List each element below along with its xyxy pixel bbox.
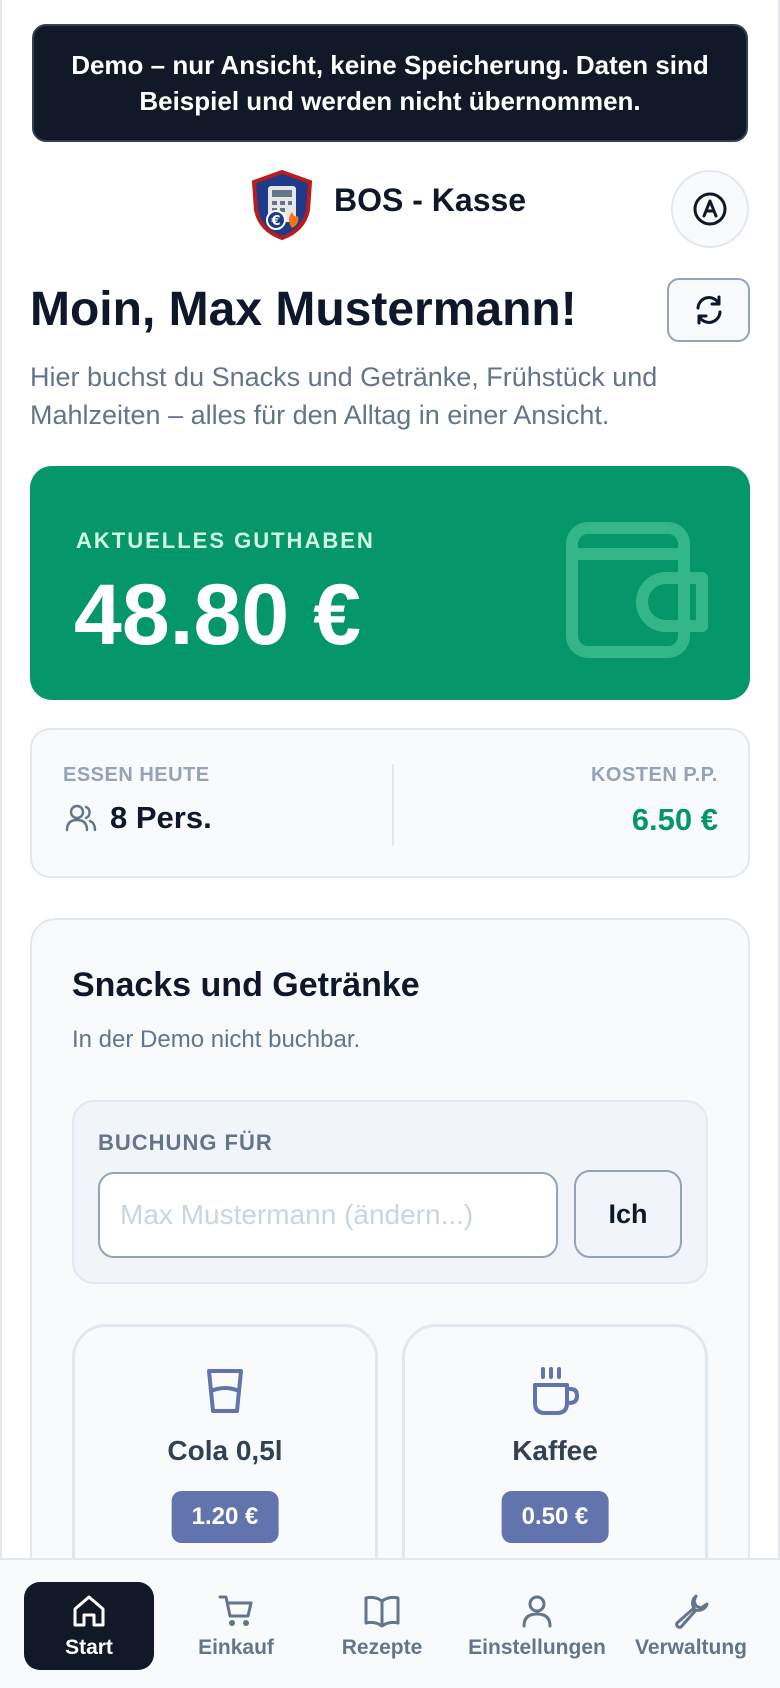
booking-for-box: BUCHUNG FÜR Ich <box>72 1100 708 1284</box>
nav-label: Verwaltung <box>634 1636 748 1659</box>
nav-label: Rezepte <box>341 1636 423 1659</box>
nav-item-verwaltung[interactable]: Verwaltung <box>630 1582 752 1670</box>
persons-count: 8 Pers. <box>110 800 212 835</box>
cart-icon <box>218 1595 253 1626</box>
booking-person-input[interactable] <box>98 1172 558 1258</box>
nav-item-einkauf[interactable]: Einkauf <box>176 1582 296 1670</box>
refresh-icon <box>696 295 721 325</box>
demo-banner-text: Demo – nur Ansicht, keine Speicherung. D… <box>71 50 709 116</box>
svg-text:€: € <box>270 214 280 229</box>
product-price: 1.20 € <box>171 1491 279 1543</box>
home-icon <box>73 1595 105 1627</box>
greeting-title: Moin, Max Mustermann! <box>30 283 577 336</box>
product-name: Cola 0,5l <box>167 1435 283 1466</box>
nav-label: Start <box>65 1636 113 1659</box>
bottom-navigation: Start Einkauf Rezepte Einstellungen Verw… <box>0 1558 780 1688</box>
book-icon <box>364 1595 400 1628</box>
coffee-cup-icon <box>533 1367 580 1415</box>
balance-label: AKTUELLES GUTHABEN <box>76 528 375 553</box>
nav-item-start[interactable]: Start <box>24 1582 154 1670</box>
nav-item-einstellungen[interactable]: Einstellungen <box>466 1582 608 1670</box>
snacks-title: Snacks und Getränke <box>72 966 420 1004</box>
booking-for-label: BUCHUNG FÜR <box>98 1130 273 1155</box>
nav-item-rezepte[interactable]: Rezepte <box>320 1582 444 1670</box>
product-price: 0.50 € <box>501 1491 609 1543</box>
user-icon <box>522 1595 552 1628</box>
balance-value: 48.80 € <box>74 567 361 663</box>
app-title: BOS - Kasse <box>334 182 527 218</box>
snacks-note: In der Demo nicht buchbar. <box>72 1026 361 1053</box>
page-subtitle: Hier buchst du Snacks und Getränke, Früh… <box>30 362 658 430</box>
refresh-button[interactable] <box>667 278 750 342</box>
meals-today-label: ESSEN HEUTE <box>63 764 210 786</box>
book-for-me-button[interactable]: Ich <box>574 1170 682 1258</box>
product-name: Kaffee <box>512 1435 598 1466</box>
user-circle-icon <box>693 192 727 226</box>
wrench-icon <box>675 1594 709 1629</box>
cost-per-person-label: KOSTEN P.P. <box>590 764 718 786</box>
stats-divider <box>392 764 394 846</box>
app-logo: € <box>251 170 313 240</box>
demo-banner: Demo – nur Ansicht, keine Speicherung. D… <box>32 24 748 142</box>
wallet-icon <box>566 522 708 658</box>
app-header: € BOS - Kasse <box>0 160 780 250</box>
nav-label: Einstellungen <box>468 1636 606 1659</box>
cost-per-person-value: 6.50 € <box>631 802 718 837</box>
nav-label: Einkauf <box>198 1636 274 1659</box>
balance-card: AKTUELLES GUTHABEN 48.80 € <box>30 466 750 700</box>
glass-icon <box>207 1369 243 1413</box>
profile-button[interactable] <box>671 170 749 248</box>
people-icon <box>65 804 97 832</box>
meal-stats: ESSEN HEUTE 8 Pers. KOSTEN P.P. 6.50 € <box>30 728 750 878</box>
